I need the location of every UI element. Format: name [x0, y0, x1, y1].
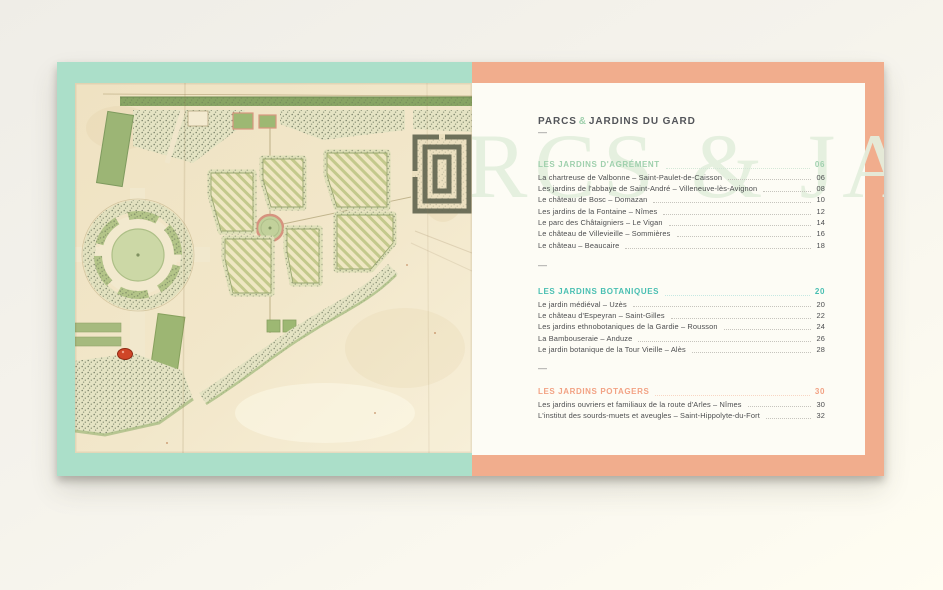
toc-entry-page: 08	[816, 183, 825, 194]
title-part1: PARCS	[538, 116, 577, 127]
toc-entry: Le château de Villevieille – Sommières 1…	[538, 228, 825, 239]
toc-entry-label: Les jardins de la Fontaine – Nîmes	[538, 206, 657, 217]
toc-entry-page: 18	[816, 240, 825, 251]
left-page	[57, 62, 472, 476]
dotted-leader	[692, 352, 812, 353]
photo-backdrop: PARCS&JARDINS DU GARD — LES JARDINS D'AG…	[0, 0, 943, 590]
dotted-leader	[669, 225, 812, 226]
toc-section-potagers: LES JARDINS POTAGERS 30 Les jardins ouvr…	[538, 386, 825, 421]
toc-entry: Les jardins de l'abbaye de Saint-André –…	[538, 183, 825, 194]
dotted-leader	[763, 191, 811, 192]
toc-entry-page: 16	[816, 228, 825, 239]
toc-entry-label: La chartreuse de Valbonne – Saint-Paulet…	[538, 172, 722, 183]
toc-entry-label: Le parc des Châtaigniers – Le Vigan	[538, 217, 663, 228]
toc-entry: Les jardins ouvriers et familiaux de la …	[538, 399, 825, 410]
dotted-leader	[724, 329, 812, 330]
toc-entry: La Bambouseraie – Anduze 26	[538, 333, 825, 344]
toc-entry-page: 20	[816, 299, 825, 310]
toc-section-header: LES JARDINS D'AGRÉMENT 06	[538, 159, 825, 172]
toc-entry-page: 06	[816, 172, 825, 183]
toc-entry: La chartreuse de Valbonne – Saint-Paulet…	[538, 172, 825, 183]
title-ampersand: &	[577, 116, 589, 127]
toc-entry-label: L'institut des sourds-muets et aveugles …	[538, 410, 760, 421]
toc-entry-label: Les jardins ethnobotaniques de la Gardie…	[538, 321, 718, 332]
toc-section-agrement: LES JARDINS D'AGRÉMENT 06 La chartreuse …	[538, 159, 825, 251]
top-allee	[120, 97, 472, 106]
toc-entry: Le château d'Espeyran – Saint-Gilles 22	[538, 310, 825, 321]
dotted-leader	[748, 406, 812, 407]
page-title: PARCS&JARDINS DU GARD	[538, 116, 696, 127]
dotted-leader	[665, 295, 810, 296]
dotted-leader	[666, 168, 810, 169]
divider-dash: —	[538, 127, 547, 137]
section-label: LES JARDINS D'AGRÉMENT	[538, 159, 660, 172]
dotted-leader	[728, 179, 811, 180]
toc-entry: Le château – Beaucaire 18	[538, 240, 825, 251]
toc-entry: Les jardins ethnobotaniques de la Gardie…	[538, 321, 825, 332]
section-label: LES JARDINS POTAGERS	[538, 386, 649, 399]
section-label: LES JARDINS BOTANIQUES	[538, 286, 659, 299]
toc-entry-page: 10	[816, 194, 825, 205]
dotted-leader	[766, 418, 812, 419]
toc-entry-label: Le château – Beaucaire	[538, 240, 619, 251]
toc-entry: L'institut des sourds-muets et aveugles …	[538, 410, 825, 421]
toc-entry-page: 28	[816, 344, 825, 355]
dotted-leader	[638, 341, 811, 342]
section-page: 06	[815, 159, 825, 172]
dotted-leader	[663, 214, 811, 215]
dotted-leader	[671, 318, 812, 319]
toc-entry-label: Le château de Bosc – Domazan	[538, 194, 647, 205]
section-page: 30	[815, 386, 825, 399]
toc-entry: Le château de Bosc – Domazan 10	[538, 194, 825, 205]
divider-dash: —	[538, 260, 547, 270]
toc-section-header: LES JARDINS POTAGERS 30	[538, 386, 825, 399]
dotted-leader	[653, 202, 811, 203]
toc-entry-page: 22	[816, 310, 825, 321]
toc-section-header: LES JARDINS BOTANIQUES 20	[538, 286, 825, 299]
toc-entry-label: Le château de Villevieille – Sommières	[538, 228, 671, 239]
toc-entry: Les jardins de la Fontaine – Nîmes 12	[538, 206, 825, 217]
garden-plan-illustration	[75, 83, 472, 453]
toc-entry-page: 12	[816, 206, 825, 217]
toc-entry-label: Les jardins ouvriers et familiaux de la …	[538, 399, 742, 410]
dotted-leader	[677, 236, 812, 237]
maze	[412, 134, 469, 211]
toc-section-botaniques: LES JARDINS BOTANIQUES 20 Le jardin médi…	[538, 286, 825, 355]
title-part2: JARDINS DU GARD	[589, 116, 696, 127]
dotted-leader	[625, 248, 811, 249]
toc-entry-page: 26	[816, 333, 825, 344]
book-spread: PARCS&JARDINS DU GARD — LES JARDINS D'AG…	[57, 62, 884, 476]
section-page: 20	[815, 286, 825, 299]
table-of-contents: PARCS&JARDINS DU GARD — LES JARDINS D'AG…	[538, 83, 825, 455]
red-building	[118, 349, 133, 360]
divider-dash: —	[538, 363, 547, 373]
toc-entry: Le jardin médiéval – Uzès 20	[538, 299, 825, 310]
toc-entry-page: 24	[816, 321, 825, 332]
toc-entry-label: Les jardins de l'abbaye de Saint-André –…	[538, 183, 757, 194]
toc-entry-page: 14	[816, 217, 825, 228]
toc-entry-page: 32	[816, 410, 825, 421]
toc-entry-label: Le jardin botanique de la Tour Vieille –…	[538, 344, 686, 355]
toc-entry-label: Le jardin médiéval – Uzès	[538, 299, 627, 310]
toc-entry-label: La Bambouseraie – Anduze	[538, 333, 632, 344]
toc-entry: Le jardin botanique de la Tour Vieille –…	[538, 344, 825, 355]
toc-entry-page: 30	[816, 399, 825, 410]
toc-entry: Le parc des Châtaigniers – Le Vigan 14	[538, 217, 825, 228]
toc-entry-label: Le château d'Espeyran – Saint-Gilles	[538, 310, 665, 321]
right-page: PARCS&JARDINS DU GARD — LES JARDINS D'AG…	[472, 62, 884, 476]
dotted-leader	[633, 306, 812, 307]
toc-panel: PARCS&JARDINS DU GARD — LES JARDINS D'AG…	[472, 83, 865, 455]
dotted-leader	[655, 395, 809, 396]
